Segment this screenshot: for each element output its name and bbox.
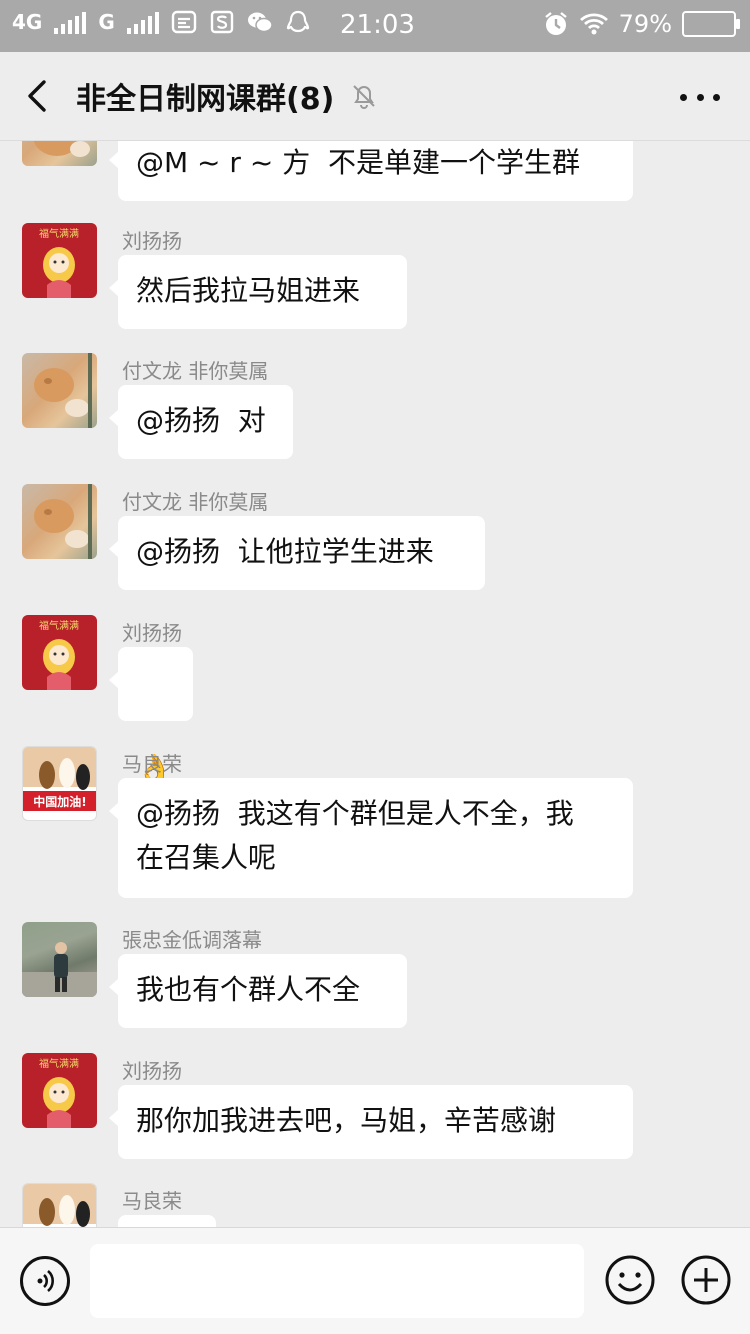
person-photo-avatar[interactable] (22, 922, 97, 997)
battery-icon (682, 11, 740, 37)
voice-input-button[interactable] (20, 1256, 70, 1306)
avatar-banner-text: 中国加油! (33, 794, 86, 809)
wifi-icon (579, 13, 608, 35)
sender-name: 付文龙 非你莫属 (122, 490, 269, 514)
message-bubble[interactable]: 我也有个群人不全 (109, 954, 407, 1028)
cat-avatar[interactable] (22, 484, 97, 559)
chat-header: 非全日制网课群(8) (0, 52, 750, 141)
qq-icon (286, 10, 309, 33)
cartoon-girl-avatar[interactable]: 福气满满 (22, 223, 97, 298)
status-left: 4G G (12, 10, 311, 34)
alpaca-image: 中国加油! (23, 747, 96, 811)
cartoon-girl-image: 福气满满 (39, 1057, 79, 1128)
dot-icon (696, 93, 704, 101)
input-bar (0, 1227, 750, 1334)
cat-image (34, 484, 92, 559)
sender-name: 马良荣 (122, 752, 182, 776)
message-bubble[interactable]: 那你加我进去吧，马姐，辛苦感谢 (109, 1085, 633, 1159)
cartoon-girl-image: 福气满满 (39, 619, 79, 690)
avatar-banner-text: 福气满满 (39, 619, 79, 632)
cat-image (34, 353, 92, 428)
dot-icon (713, 93, 720, 101)
cartoon-girl-avatar[interactable]: 福气满满 (22, 615, 97, 690)
cartoon-girl-image: 福气满满 (39, 227, 79, 298)
avatar-banner-text: 福气满满 (39, 227, 79, 240)
notification-s-icon (210, 10, 233, 34)
message-bubble[interactable]: 然后我拉马姐进来 (109, 255, 407, 329)
message-bubble[interactable]: @扬扬 我这有个群但是人不全，我 在召集人呢 (109, 778, 633, 898)
avatar-banner-text: 福气满满 (39, 1057, 79, 1070)
alpaca-avatar[interactable]: 中国加油! (22, 746, 97, 821)
plus-icon[interactable] (680, 1254, 732, 1306)
alpaca-avatar[interactable] (22, 1183, 97, 1227)
alarm-icon (544, 12, 567, 35)
more-options-button[interactable] (680, 82, 720, 112)
cat-image (33, 141, 90, 157)
status-time: 21:03 (340, 10, 415, 40)
sender-name: 马良荣 (122, 1189, 182, 1213)
ok-emoji-bubble[interactable]: 👌 (109, 647, 193, 788)
status-bar: 4G G 21:03 79% (0, 0, 750, 52)
person-photo-image (22, 942, 97, 997)
wechat-icon (247, 12, 273, 33)
voice-icon (37, 1270, 54, 1292)
chat-title: 非全日制网课群(8) (76, 82, 335, 117)
status-right: 79% (543, 10, 740, 38)
sender-name: 張忠金低调落幕 (122, 928, 262, 952)
dot-icon (680, 93, 687, 101)
message-bubble[interactable]: @扬扬 让他拉学生进来 (109, 516, 485, 590)
message-input[interactable] (90, 1244, 584, 1318)
sender-name: 刘扬扬 (122, 621, 182, 645)
message-list[interactable]: @M ~ r ~ 方 不是单建一个学生群 福气满满 刘扬扬 然后我拉马姐进来 付… (0, 141, 750, 1227)
sender-name: 付文龙 非你莫属 (122, 359, 269, 383)
signal-strength-icon (54, 10, 87, 34)
battery-percent: 79% (618, 10, 672, 38)
network-g-label: G (98, 10, 115, 34)
message-bubble[interactable] (118, 1215, 216, 1227)
alpaca-image (23, 1184, 96, 1227)
back-arrow-icon[interactable] (20, 74, 60, 118)
sender-name: 刘扬扬 (122, 229, 182, 253)
mute-bell-icon (353, 85, 375, 109)
signal-strength-2-icon (126, 10, 159, 34)
network-4g-label: 4G (12, 10, 43, 34)
message-bubble[interactable]: @M ~ r ~ 方 不是单建一个学生群 (109, 141, 633, 201)
cartoon-girl-avatar[interactable]: 福气满满 (22, 1053, 97, 1128)
message-bubble[interactable]: @扬扬 对 (109, 385, 293, 459)
notification-app-icon (171, 10, 196, 34)
emoji-icon[interactable] (604, 1254, 656, 1306)
cat-avatar[interactable] (22, 353, 97, 428)
sender-name: 刘扬扬 (122, 1059, 182, 1083)
cat-avatar[interactable] (22, 141, 97, 166)
